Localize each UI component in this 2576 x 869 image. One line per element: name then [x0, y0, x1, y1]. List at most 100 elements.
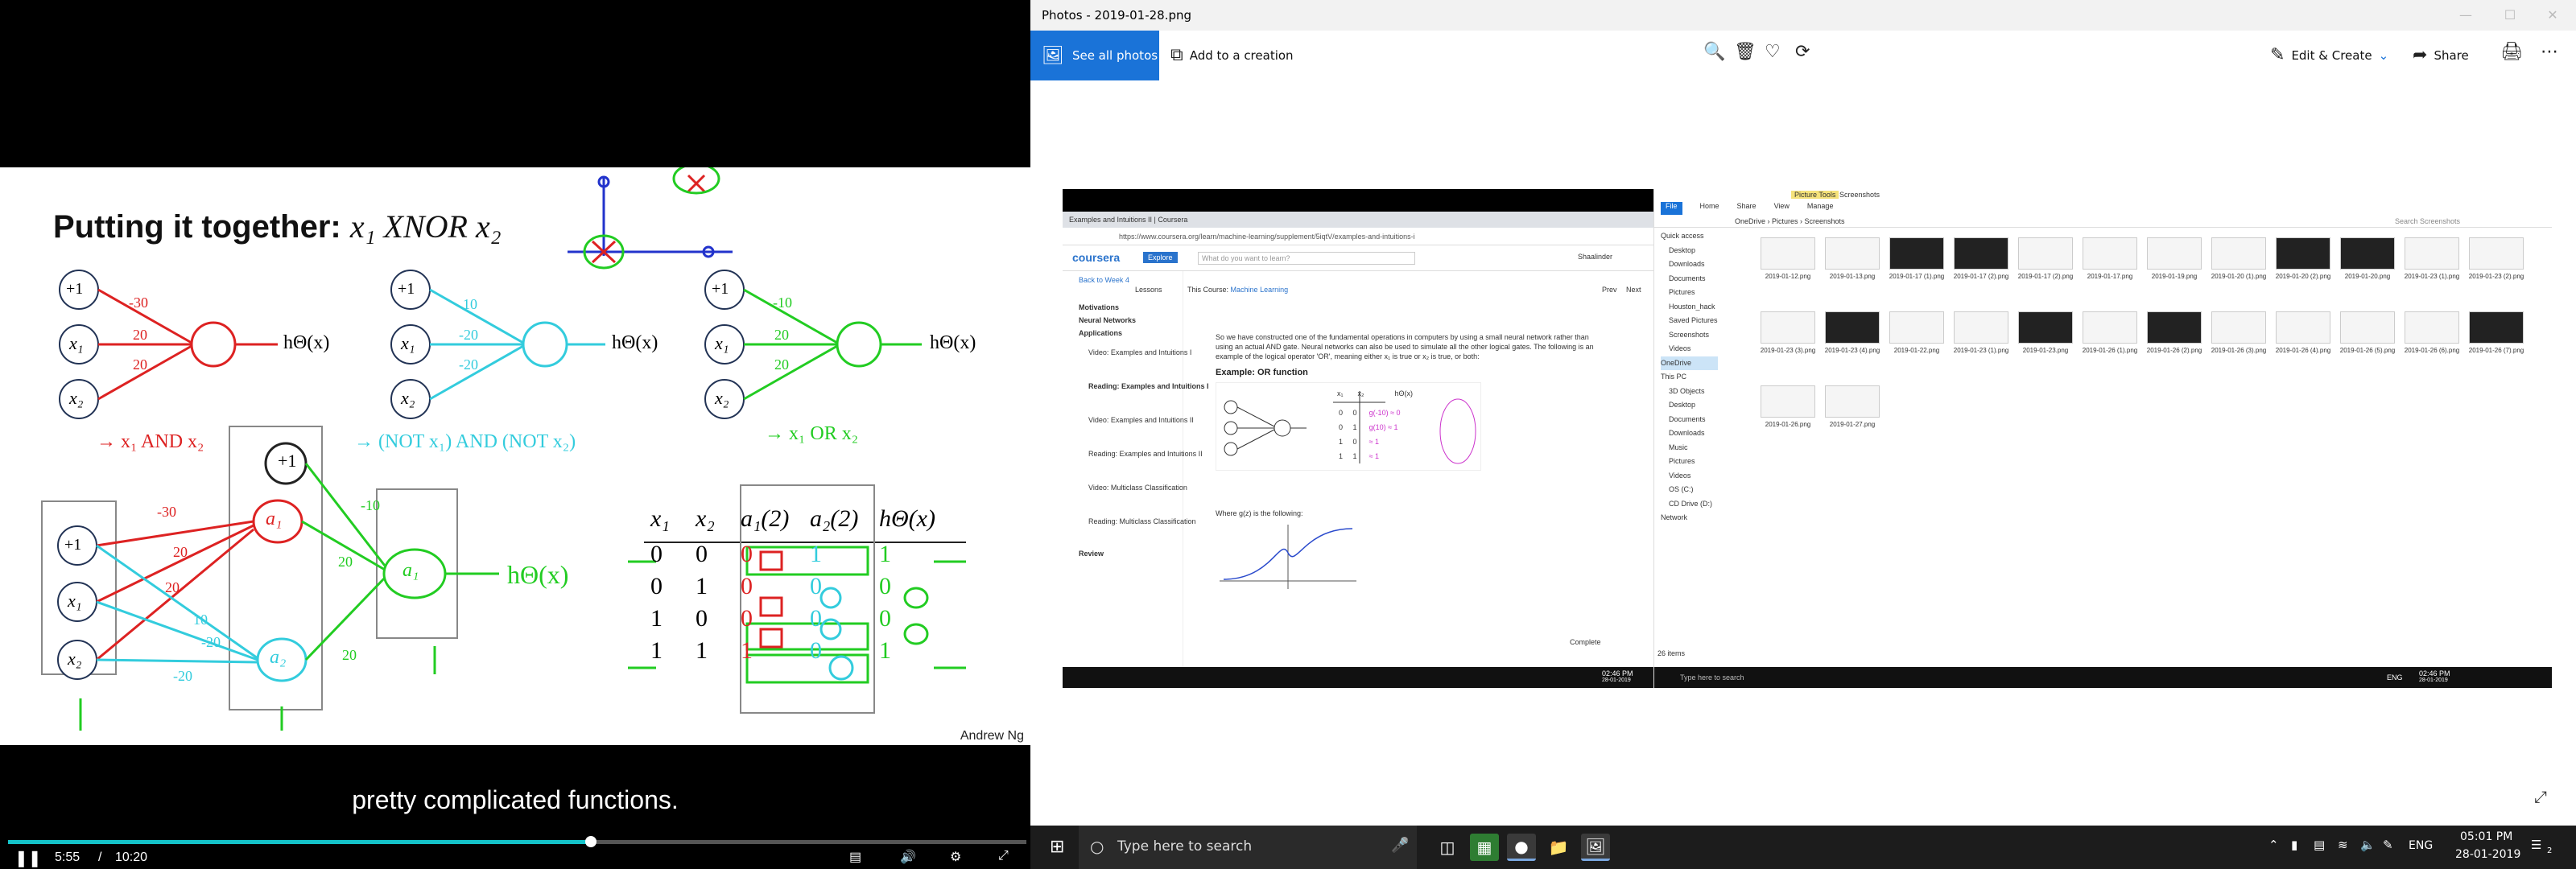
file-thumbnail[interactable] — [2469, 237, 2524, 270]
wifi-icon[interactable]: ≋ — [2338, 838, 2348, 852]
notification-icon[interactable]: ☰ — [2531, 838, 2541, 852]
file-thumbnail[interactable] — [2211, 311, 2266, 344]
net1-w2: 20 — [133, 356, 147, 373]
video-controls: ❚❚ 5:55 / 10:20 ▤ 🔊 ⚙ ⤢ — [0, 846, 1030, 869]
file-thumbnail[interactable] — [1954, 311, 2008, 344]
file-thumbnail[interactable] — [1761, 385, 1815, 418]
file-thumbnail[interactable] — [1761, 237, 1815, 270]
file-thumbnail[interactable] — [2340, 311, 2395, 344]
file-thumbnail[interactable] — [1825, 385, 1880, 418]
coursera-search: What do you want to learn? — [1198, 252, 1415, 265]
nav-pane-item: Documents — [1669, 274, 1706, 282]
file-thumbnail[interactable] — [2147, 311, 2202, 344]
sigmoid-plot — [1220, 525, 1356, 589]
video-scrubber[interactable] — [8, 836, 1026, 847]
file-thumbnail[interactable] — [2083, 237, 2137, 270]
file-thumbnail[interactable] — [1761, 311, 1815, 344]
fullscreen-icon[interactable]: ⤢ — [998, 849, 1009, 863]
bignet-hidden-bias: +1 — [278, 451, 297, 471]
pen-icon[interactable]: ✎ — [2383, 838, 2393, 852]
file-thumbnail[interactable] — [1954, 237, 2008, 270]
pause-icon[interactable]: ❚❚ — [14, 848, 42, 868]
net3-x2-label: x₂ — [715, 388, 729, 408]
notification-count: 2 — [2547, 846, 2553, 855]
file-thumbnail[interactable] — [2211, 237, 2266, 270]
file-thumbnail[interactable] — [2083, 311, 2137, 344]
table-cell: 0 — [696, 541, 708, 567]
table-cell: 1 — [696, 573, 708, 599]
file-thumbnail[interactable] — [2018, 237, 2073, 270]
see-all-photos-button[interactable]: 🖼 See all photos — [1030, 31, 1159, 80]
table-cell: ≈ 1 — [1368, 452, 1380, 460]
net2-w2: -20 — [459, 356, 478, 373]
photos-titlebar: Photos - 2019-01-28.png — ☐ ✕ — [1030, 0, 2576, 31]
clock-time[interactable]: 05:01 PM — [2460, 830, 2512, 843]
cortana-icon: ○ — [1090, 837, 1104, 856]
settings-icon[interactable]: ⚙ — [950, 849, 961, 865]
net3-w2: 20 — [774, 356, 789, 373]
ribbon-tab: View — [1773, 202, 1790, 210]
favorite-icon[interactable]: ♡ — [1765, 42, 1781, 62]
ribbon-tab: File — [1661, 202, 1682, 215]
more-options-icon[interactable]: ⋯ — [2541, 42, 2558, 62]
print-icon[interactable]: 🖨 — [2500, 42, 2523, 62]
add-to-creation-button[interactable]: ⧉ Add to a creation — [1170, 45, 1294, 65]
taskbar-search[interactable]: ○ Type here to search 🎤 — [1079, 826, 1417, 869]
language-indicator[interactable]: ENG — [2409, 839, 2433, 852]
network-icon[interactable]: ▤ — [2314, 838, 2325, 852]
chrome-icon[interactable]: ● — [1507, 834, 1536, 861]
windows-start-icon[interactable]: ⊞ — [1050, 837, 1064, 857]
table-cell: 0 — [1352, 409, 1357, 417]
volume-icon[interactable]: 🔊 — [900, 849, 916, 865]
file-thumbnail[interactable] — [2469, 311, 2524, 344]
file-thumbnail[interactable] — [2405, 237, 2459, 270]
table-row: 1 1 ≈ 1 — [1339, 449, 1401, 463]
bignet-x2-label: x₂ — [68, 649, 82, 669]
clock-date[interactable]: 28-01-2019 — [2455, 848, 2520, 861]
battery-icon[interactable]: ▮ — [2291, 838, 2297, 852]
file-explorer-icon[interactable]: 📁 — [1544, 834, 1573, 861]
tray-chevron-icon[interactable]: ⌃ — [2268, 838, 2279, 852]
maximize-button[interactable]: ☐ — [2490, 0, 2530, 31]
table-cell: 1 — [696, 637, 708, 664]
file-thumbnail[interactable] — [2276, 237, 2330, 270]
file-thumbnail[interactable] — [2340, 237, 2395, 270]
excel-icon[interactable]: ▦ — [1470, 834, 1499, 861]
net1-x1-label: x₁ — [69, 333, 84, 353]
expand-icon[interactable]: ⤢ — [2534, 787, 2547, 806]
minimize-button[interactable]: — — [2446, 0, 2486, 31]
video-scrubber-handle[interactable] — [584, 836, 597, 847]
table-cell: 0 — [741, 605, 753, 632]
file-thumbnail[interactable] — [2276, 311, 2330, 344]
file-thumbnail[interactable] — [2147, 237, 2202, 270]
file-thumbnail[interactable] — [1825, 237, 1880, 270]
table-row: 0 0 g(-10) ≈ 0 — [1339, 406, 1401, 420]
captions-icon[interactable]: ▤ — [849, 849, 861, 865]
file-name: 2019-01-26 (3).png — [2211, 347, 2267, 354]
video-player[interactable]: Putting it together: x₁ XNOR x₂ +1 x₁ x₂… — [0, 0, 1030, 869]
zoom-icon[interactable]: 🔍 — [1703, 42, 1725, 62]
share-button[interactable]: ➦ Share — [2413, 45, 2469, 65]
file-thumbnail[interactable] — [1825, 311, 1880, 344]
explorer-nav-pane: Quick access Desktop Downloads Documents… — [1654, 229, 1751, 648]
nav-pane-item: OneDrive — [1661, 356, 1718, 370]
file-thumbnail[interactable] — [2018, 311, 2073, 344]
table-row: 0 1 g(10) ≈ 1 — [1339, 420, 1401, 434]
speaker-icon[interactable]: 🔈 — [2360, 838, 2376, 852]
file-thumbnail[interactable] — [1889, 237, 1944, 270]
file-name: 2019-01-23 (4).png — [1824, 347, 1880, 354]
table-cell: g(-10) ≈ 0 — [1368, 409, 1401, 417]
table-cell: 0 — [879, 605, 891, 632]
microphone-icon[interactable]: 🎤 — [1391, 837, 1409, 854]
delete-icon[interactable]: 🗑 — [1734, 42, 1757, 62]
edit-create-button[interactable]: ✎ Edit & Create ⌄ — [2270, 45, 2388, 65]
file-thumbnail[interactable] — [2405, 311, 2459, 344]
close-button[interactable]: ✕ — [2533, 0, 2573, 31]
photo-explorer-window: Picture Tools Screenshots File Home Shar… — [1654, 189, 2552, 688]
rotate-icon[interactable]: ⟳ — [1795, 42, 1810, 62]
nav-pane-item: Documents — [1669, 414, 1706, 423]
file-thumbnail[interactable] — [1889, 311, 1944, 344]
table-cell: 0 — [650, 541, 663, 567]
task-view-icon[interactable]: ◫ — [1433, 834, 1462, 861]
photos-app-icon[interactable]: 🖼 — [1581, 834, 1610, 861]
